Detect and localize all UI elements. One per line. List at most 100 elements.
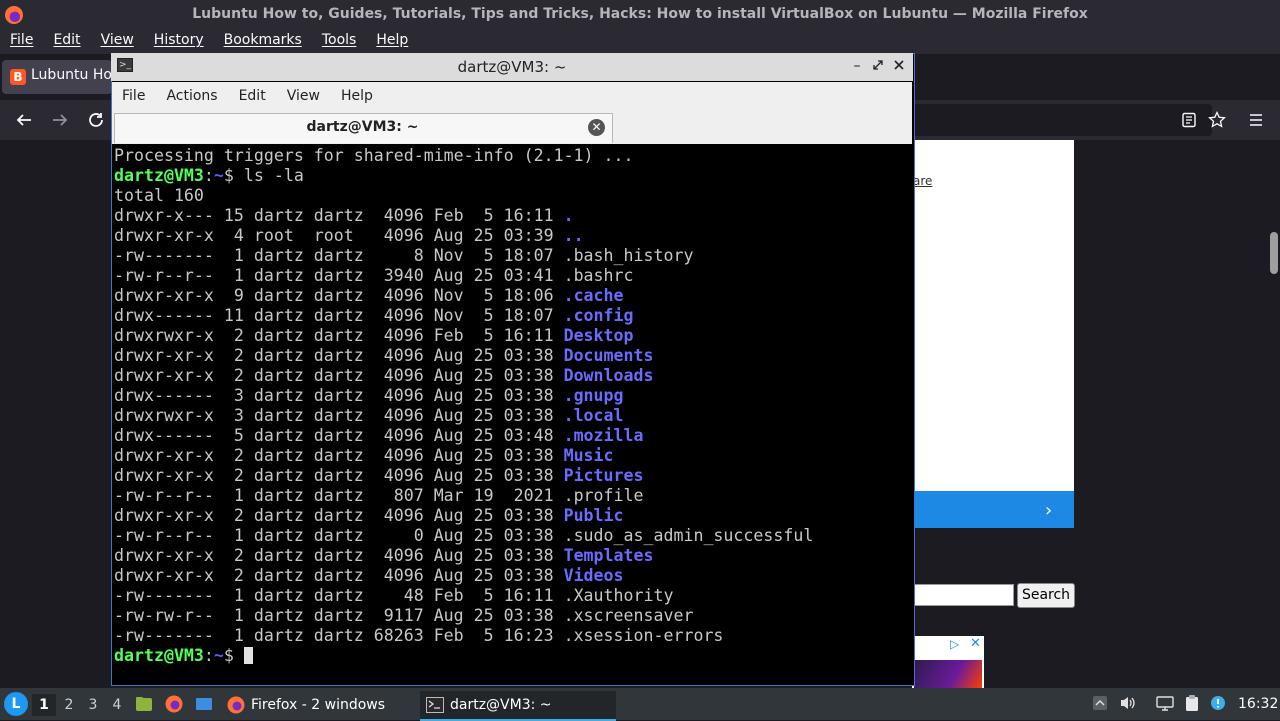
terminal-menu-help[interactable]: Help — [331, 82, 384, 111]
reload-icon[interactable] — [82, 106, 110, 134]
back-icon[interactable] — [10, 106, 38, 134]
terminal-line: dartz@VM3:~$ ls -la — [114, 166, 813, 186]
hamburger-menu-icon[interactable] — [1242, 106, 1270, 134]
clock[interactable]: 16:32 — [1238, 696, 1278, 712]
listing-attributes: -rw------- 1 dartz dartz 8 Nov 5 18:07 — [114, 246, 564, 265]
maximize-icon[interactable] — [869, 57, 887, 75]
firefox-menu-edit[interactable]: Edit — [43, 30, 90, 54]
taskbar — [0, 688, 1280, 720]
prompt-command: $ ls -la — [223, 166, 304, 185]
file-name: .bashrc — [563, 266, 634, 285]
volume-icon[interactable] — [1119, 694, 1137, 712]
listing-attributes: drwx------ 3 dartz dartz 4096 Aug 25 03:… — [114, 386, 564, 405]
update-notifier-icon[interactable] — [1209, 694, 1227, 712]
terminal-line: drwxrwxr-x 3 dartz dartz 4096 Aug 25 03:… — [114, 406, 813, 426]
terminal-line: -rw-r--r-- 1 dartz dartz 3940 Aug 25 03:… — [114, 266, 813, 286]
workspace-3[interactable]: 3 — [81, 694, 105, 716]
terminal-line: Processing triggers for shared-mime-info… — [114, 146, 813, 166]
directory-name: Videos — [563, 566, 624, 585]
terminal-icon — [426, 697, 444, 713]
firefox-menu-bookmarks[interactable]: Bookmarks — [214, 30, 312, 54]
directory-name: .local — [563, 406, 624, 425]
workspace-1[interactable]: 1 — [32, 694, 56, 716]
listing-attributes: drwxr-xr-x 2 dartz dartz 4096 Aug 25 03:… — [114, 366, 564, 385]
tray-arrow-icon[interactable] — [1091, 694, 1109, 712]
firefox-menu-tools[interactable]: Tools — [312, 30, 367, 54]
terminal-output[interactable]: Processing triggers for shared-mime-info… — [112, 145, 910, 681]
minimize-icon[interactable]: – — [848, 57, 866, 75]
firefox-icon — [226, 695, 246, 715]
directory-name: Downloads — [563, 366, 654, 385]
listing-attributes: -rw------- 1 dartz dartz 48 Feb 5 16:11 — [114, 586, 564, 605]
task-terminal-label: dartz@VM3: ~ — [450, 697, 552, 713]
task-terminal[interactable]: dartz@VM3: ~ — [420, 691, 616, 721]
terminal-line: drwx------ 3 dartz dartz 4096 Aug 25 03:… — [114, 386, 813, 406]
terminal-line: drwxr-xr-x 2 dartz dartz 4096 Aug 25 03:… — [114, 366, 813, 386]
terminal-line: drwxr-x--- 15 dartz dartz 4096 Feb 5 16:… — [114, 206, 813, 226]
directory-name: .. — [563, 226, 584, 245]
prompt-user: dartz@VM3 — [114, 646, 204, 665]
close-icon[interactable] — [890, 57, 908, 75]
adchoices-icon[interactable]: ▷ — [950, 637, 959, 651]
directory-name: .gnupg — [563, 386, 624, 405]
clipboard-icon[interactable] — [1183, 694, 1201, 712]
network-icon[interactable] — [1156, 694, 1174, 712]
firefox-menu-view[interactable]: View — [91, 30, 144, 54]
directory-name: Templates — [563, 546, 654, 565]
prompt-path: ~ — [213, 646, 224, 665]
terminal-line: -rw------- 1 dartz dartz 48 Feb 5 16:11 … — [114, 586, 813, 606]
prompt-sep: : — [203, 166, 214, 185]
listing-attributes: drwxr-x--- 15 dartz dartz 4096 Feb 5 16:… — [114, 206, 564, 225]
page-scrollbar[interactable] — [1270, 232, 1278, 274]
terminal-line: drwxr-xr-x 2 dartz dartz 4096 Aug 25 03:… — [114, 346, 813, 366]
ad-close-icon[interactable]: ✕ — [970, 636, 981, 651]
workspace-2[interactable]: 2 — [57, 694, 81, 716]
tab-close-icon[interactable]: ✕ — [588, 119, 605, 136]
lubuntu-start-icon[interactable]: L — [4, 692, 28, 716]
firefox-menu-file[interactable]: File — [0, 30, 43, 54]
show-desktop-icon[interactable] — [194, 694, 214, 714]
file-manager-icon[interactable] — [134, 694, 154, 714]
firefox-menu-history[interactable]: History — [144, 30, 214, 54]
terminal-window-title: dartz@VM3: ~ — [457, 58, 567, 76]
terminal-menu-edit[interactable]: Edit — [229, 82, 277, 111]
file-name: .Xauthority — [563, 586, 674, 605]
listing-attributes: drwxr-xr-x 9 dartz dartz 4096 Nov 5 18:0… — [114, 286, 564, 305]
firefox-menu-help[interactable]: Help — [366, 30, 418, 54]
directory-name: Music — [563, 446, 614, 465]
page-content-panel — [912, 140, 1074, 528]
terminal-line: -rw------- 1 dartz dartz 8 Nov 5 18:07 .… — [114, 246, 813, 266]
page-link[interactable]: are — [913, 174, 932, 188]
listing-attributes: -rw-r--r-- 1 dartz dartz 0 Aug 25 03:38 — [114, 526, 564, 545]
listing-attributes: -rw-rw-r-- 1 dartz dartz 9117 Aug 25 03:… — [114, 606, 564, 625]
terminal-line: drwx------ 5 dartz dartz 4096 Aug 25 03:… — [114, 426, 813, 446]
terminal-menu-view[interactable]: View — [277, 82, 331, 111]
listing-attributes: drwxr-xr-x 2 dartz dartz 4096 Aug 25 03:… — [114, 446, 564, 465]
terminal-menubar: File Actions Edit View Help — [112, 82, 912, 111]
terminal-line: drwxr-xr-x 2 dartz dartz 4096 Aug 25 03:… — [114, 566, 813, 586]
terminal-line: drwxr-xr-x 2 dartz dartz 4096 Aug 25 03:… — [114, 506, 813, 526]
firefox-window-title: Lubuntu How to, Guides, Tutorials, Tips … — [192, 6, 1088, 22]
forward-icon[interactable] — [46, 106, 74, 134]
listing-attributes: drwxr-xr-x 2 dartz dartz 4096 Aug 25 03:… — [114, 466, 564, 485]
file-name: .bash_history — [563, 246, 694, 265]
terminal-menu-actions[interactable]: Actions — [156, 82, 228, 111]
listing-attributes: drwxr-xr-x 4 root root 4096 Aug 25 03:39 — [114, 226, 564, 245]
terminal-menu-file[interactable]: File — [112, 82, 156, 111]
task-firefox[interactable]: Firefox - 2 windows — [222, 691, 418, 719]
terminal-lines: Processing triggers for shared-mime-info… — [114, 146, 813, 666]
directory-name: . — [563, 206, 574, 225]
listing-attributes: drwxr-xr-x 2 dartz dartz 4096 Aug 25 03:… — [114, 566, 564, 585]
firefox-launcher-icon[interactable] — [164, 694, 184, 714]
terminal-line: drwxr-xr-x 4 root root 4096 Aug 25 03:39… — [114, 226, 813, 246]
reader-view-icon[interactable] — [1175, 106, 1203, 134]
output-text: Processing triggers for shared-mime-info… — [114, 146, 634, 165]
page-search-button[interactable]: Search — [1017, 583, 1075, 608]
bookmark-star-icon[interactable] — [1203, 106, 1231, 134]
url-bar[interactable] — [912, 104, 1212, 136]
listing-attributes: drwxr-xr-x 2 dartz dartz 4096 Aug 25 03:… — [114, 506, 564, 525]
terminal-tab-label: dartz@VM3: ~ — [306, 119, 419, 135]
workspace-4[interactable]: 4 — [105, 694, 129, 716]
page-search-input[interactable] — [912, 584, 1014, 606]
directory-name: Desktop — [563, 326, 634, 345]
